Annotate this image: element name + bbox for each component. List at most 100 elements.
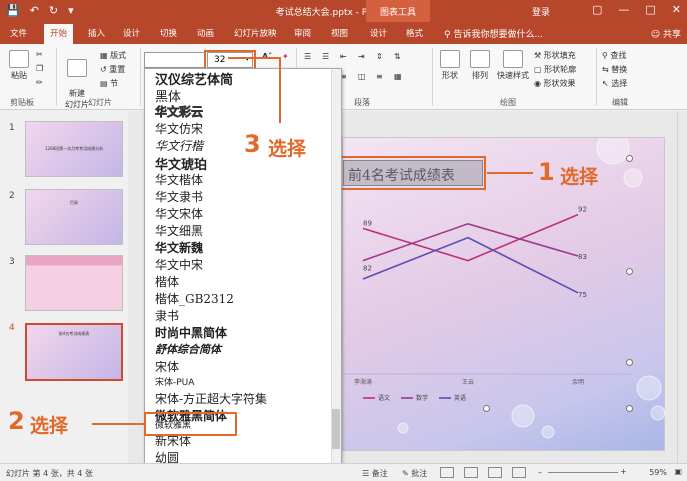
shape-outline-button[interactable]: ▢ 形状轮廓 <box>534 64 576 75</box>
columns-icon[interactable]: ◫ <box>358 72 366 81</box>
text-direction-icon[interactable]: ⇅ <box>394 52 401 61</box>
cut-icon[interactable]: ✂ <box>36 50 43 59</box>
reading-view-icon[interactable] <box>488 467 502 478</box>
replace-button[interactable]: ⇆ 替换 <box>602 64 627 75</box>
numbering-icon[interactable]: ☰ <box>322 52 329 61</box>
layout-button[interactable]: ▦ 版式 <box>100 50 126 61</box>
arrange-button[interactable]: 排列 <box>468 50 492 81</box>
callout-1-text: 选择 <box>560 166 599 188</box>
shapes-button[interactable]: 形状 <box>438 50 462 81</box>
bullets-icon[interactable]: ☰ <box>304 52 311 61</box>
tell-me-box[interactable]: ⚲ 告诉我你想要做什么... <box>444 27 543 40</box>
notes-button[interactable]: ☰ 备注 <box>362 468 388 479</box>
font-item[interactable]: 华文行楷 <box>155 137 203 154</box>
font-item[interactable]: 华文仿宋 <box>155 120 203 137</box>
font-item[interactable]: 华文细黑 <box>155 222 203 239</box>
reset-button[interactable]: ↺ 重置 <box>100 64 125 75</box>
smartart-icon[interactable]: ▦ <box>394 72 402 81</box>
decrease-indent-icon[interactable]: ⇤ <box>340 52 347 61</box>
font-list-scrollbar[interactable] <box>331 69 341 466</box>
close-icon[interactable]: ✕ <box>672 3 681 16</box>
tab-home[interactable]: 开始 <box>44 24 74 44</box>
slide-number: 3 <box>9 257 15 267</box>
justify-icon[interactable]: ≡ <box>376 72 383 81</box>
slide-thumbnail-4[interactable]: 前4名考试成绩表 <box>25 323 123 381</box>
font-item[interactable]: 华文楷体 <box>155 171 203 188</box>
clear-format-icon[interactable]: ✦ <box>282 52 289 61</box>
font-item[interactable]: 华文新魏 <box>155 239 203 256</box>
paste-button[interactable]: 粘贴 <box>6 50 32 81</box>
zoom-slider[interactable] <box>548 472 618 473</box>
quick-styles-icon <box>503 50 523 68</box>
x-tick-label: 余明 <box>572 378 584 386</box>
zoom-out-icon[interactable]: – <box>538 468 542 477</box>
increase-indent-icon[interactable]: ⇥ <box>358 52 365 61</box>
tab-file[interactable]: 文件 <box>10 27 27 39</box>
tab-view[interactable]: 视图 <box>331 27 348 39</box>
callout-line-1 <box>487 172 533 174</box>
normal-view-icon[interactable] <box>440 467 454 478</box>
login-link[interactable]: 登录 <box>532 5 550 18</box>
tab-chart-design[interactable]: 设计 <box>370 27 387 39</box>
legend-label: 数学 <box>416 394 428 402</box>
tab-insert[interactable]: 插入 <box>88 27 105 39</box>
selection-handle[interactable] <box>626 155 633 162</box>
share-button[interactable]: ☺ 共享 <box>651 27 681 40</box>
format-painter-icon[interactable]: ✏ <box>36 78 43 87</box>
slide-thumbnail-3[interactable] <box>25 255 123 311</box>
arrange-label: 排列 <box>472 71 488 80</box>
canvas-scrollbar[interactable] <box>677 111 687 463</box>
font-item[interactable]: 舒体综合简体 <box>155 341 221 357</box>
tab-review[interactable]: 审阅 <box>294 27 311 39</box>
tab-transitions[interactable]: 切换 <box>160 27 177 39</box>
shapes-label: 形状 <box>442 71 458 80</box>
zoom-level[interactable]: 59% <box>649 468 667 477</box>
find-button[interactable]: ⚲ 查找 <box>602 50 626 61</box>
tab-design[interactable]: 设计 <box>123 27 140 39</box>
status-bar: 幻灯片 第 4 张，共 4 张 ☰ 备注 ✎ 批注 – + 59% ▣ <box>0 463 687 481</box>
font-item[interactable]: 隶书 <box>155 307 179 324</box>
sorter-view-icon[interactable] <box>464 467 478 478</box>
font-item[interactable]: 华文彩云 <box>155 103 204 120</box>
font-dropdown-list[interactable]: 汉仪综艺体简 黑体 华文彩云 华文仿宋 华文行楷 华文琥珀 华文楷体 华文隶书 … <box>144 68 342 467</box>
window-controls: ▢ — □ ✕ <box>592 3 681 16</box>
tab-slideshow[interactable]: 幻灯片放映 <box>234 27 277 39</box>
select-button[interactable]: ↖ 选择 <box>602 78 627 89</box>
font-item[interactable]: 宋体-PUA <box>155 375 194 388</box>
clipboard-icon <box>9 50 29 68</box>
minimize-icon[interactable]: — <box>618 3 629 16</box>
fit-slide-icon[interactable]: ▣ <box>674 467 682 476</box>
comments-button[interactable]: ✎ 批注 <box>402 468 427 479</box>
shape-effects-button[interactable]: ◉ 形状效果 <box>534 78 576 89</box>
selection-handle[interactable] <box>626 268 633 275</box>
font-item[interactable]: 楷体_GB2312 <box>155 290 234 307</box>
font-item[interactable]: 华文隶书 <box>155 188 203 205</box>
zoom-in-icon[interactable]: + <box>620 467 627 476</box>
slide-thumbnail-2[interactable]: 目录 <box>25 189 123 245</box>
font-item[interactable]: 宋体-方正超大字符集 <box>155 390 267 407</box>
selection-handle[interactable] <box>626 359 633 366</box>
font-item[interactable]: 时尚中黑简体 <box>155 324 227 341</box>
font-name-box[interactable] <box>144 52 206 68</box>
scrollbar-thumb[interactable] <box>332 409 340 449</box>
line-chart[interactable]: 89 82 92 83 75 李海涛 王云 余明语文 数学 英语 <box>343 198 643 408</box>
tab-animations[interactable]: 动画 <box>197 27 214 39</box>
slideshow-view-icon[interactable] <box>512 467 526 478</box>
selection-handle[interactable] <box>483 405 490 412</box>
series-line-1 <box>362 213 579 262</box>
font-item[interactable]: 华文宋体 <box>155 205 203 222</box>
selection-handle[interactable] <box>626 405 633 412</box>
section-button[interactable]: ▤ 节 <box>100 78 118 89</box>
font-item[interactable]: 华文中宋 <box>155 256 203 273</box>
slide-thumbnail-1[interactable]: 1208班第一次月考考试成绩分析 <box>25 121 123 177</box>
thumbnail-title: 目录 <box>70 200 78 205</box>
ribbon-display-icon[interactable]: ▢ <box>592 3 602 16</box>
quick-styles-button[interactable]: 快速样式 <box>496 50 530 81</box>
font-item[interactable]: 宋体 <box>155 358 179 375</box>
font-item[interactable]: 楷体 <box>155 273 179 290</box>
maximize-icon[interactable]: □ <box>645 3 655 16</box>
copy-icon[interactable]: ❐ <box>36 64 43 73</box>
shape-fill-button[interactable]: ⚒ 形状填充 <box>534 50 576 61</box>
line-spacing-icon[interactable]: ⇕ <box>376 52 383 61</box>
tab-chart-format[interactable]: 格式 <box>406 27 423 39</box>
